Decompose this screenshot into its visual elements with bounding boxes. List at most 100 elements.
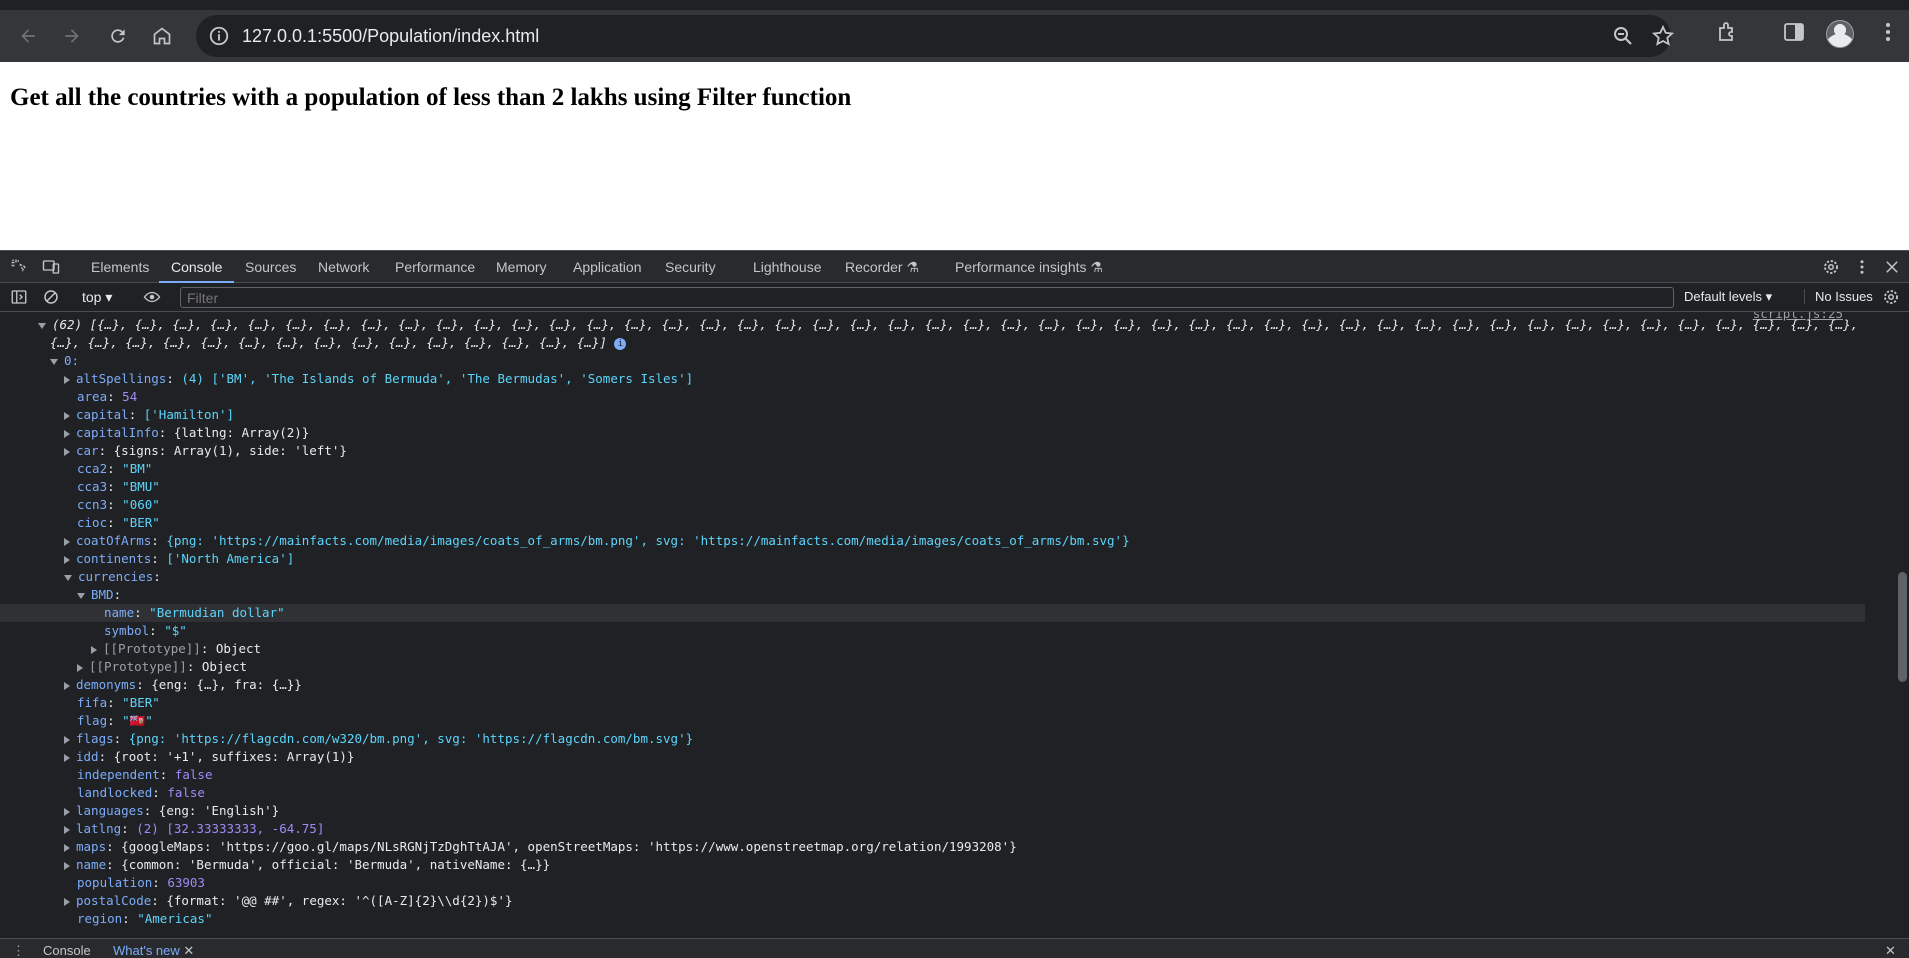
entry-car[interactable]: car: {signs: Array(1), side: 'left'} [0,442,1865,460]
drawer-tab-console[interactable]: Console [43,943,91,958]
entry-BMD[interactable]: BMD: [0,586,1865,604]
arrow-right-icon [65,29,79,43]
entry-latlng[interactable]: latlng: (2) [32.33333333, -64.75] [0,820,1865,838]
expand-triangle-icon[interactable] [64,825,70,834]
prop-key: [[Prototype]] [89,659,187,674]
inspect-element-icon[interactable] [10,258,28,276]
entry-maps[interactable]: maps: {googleMaps: 'https://goo.gl/maps/… [0,838,1865,856]
tab-recorder-label: Recorder [845,259,903,275]
expand-triangle-icon[interactable] [64,897,70,906]
console-settings-icon[interactable] [1882,288,1900,306]
entry-demonyms[interactable]: demonyms: {eng: {…}, fra: {…}} [0,676,1865,694]
entry-prototype-inner[interactable]: [[Prototype]]: Object [0,640,1865,658]
expand-triangle-icon[interactable] [64,753,70,762]
sidebar-toggle-icon[interactable] [10,288,28,306]
device-toolbar-icon[interactable] [42,258,60,276]
console-output: script.js:25 (62) [{…}, {…}, {…}, {…}, {… [0,312,1895,938]
expand-triangle-icon[interactable] [91,645,97,654]
entry-altSpellings[interactable]: altSpellings: (4) ['BM', 'The Islands of… [0,370,1865,388]
tab-elements[interactable]: Elements [91,259,149,275]
collapse-triangle-icon[interactable] [64,574,72,581]
side-panel-icon[interactable] [1782,20,1806,44]
prop-value: {format: '@@ ##', regex: '^([A-Z]{2}\\d{… [166,893,513,908]
close-tab-icon[interactable]: ✕ [183,943,194,958]
context-selector[interactable]: top ▾ [82,289,112,306]
tab-recorder[interactable]: Recorder ⚗ [845,259,919,276]
tab-memory[interactable]: Memory [496,259,547,275]
reload-button[interactable] [102,20,134,52]
entry-capitalInfo[interactable]: capitalInfo: {latlng: Array(2)} [0,424,1865,442]
log-levels-dropdown[interactable]: Default levels ▾ [1684,289,1772,305]
entry-postalCode[interactable]: postalCode: {format: '@@ ##', regex: '^(… [0,892,1865,910]
close-devtools-icon[interactable] [1883,258,1901,276]
expand-triangle-icon[interactable] [64,843,70,852]
tab-application[interactable]: Application [573,259,642,275]
expand-triangle-icon[interactable] [64,429,70,438]
clear-console-icon[interactable] [42,288,60,306]
menu-dots-icon[interactable] [1876,20,1900,44]
prop-value: (2) [32.33333333, -64.75] [136,821,325,836]
prop-key: landlocked [77,785,153,800]
entry-idd[interactable]: idd: {root: '+1', suffixes: Array(1)} [0,748,1865,766]
tab-network[interactable]: Network [318,259,369,275]
expand-triangle-icon[interactable] [64,861,70,870]
tab-sources[interactable]: Sources [245,259,296,275]
tab-lighthouse[interactable]: Lighthouse [753,259,822,275]
prop-value: ['North America'] [166,551,295,566]
settings-gear-icon[interactable] [1822,258,1840,276]
expand-triangle-icon[interactable] [64,411,70,420]
extensions-icon[interactable] [1716,20,1740,44]
expand-triangle-icon[interactable] [64,375,70,384]
entry-currency-name: name: "Bermudian dollar" [0,604,1865,622]
prop-value: {eng: 'English'} [158,803,280,818]
tab-performance[interactable]: Performance [395,259,475,275]
prop-value: (4) ['BM', 'The Islands of Bermuda', 'Th… [181,371,694,386]
entry-capital[interactable]: capital: ['Hamilton'] [0,406,1865,424]
prop-key: coatOfArms [76,533,152,548]
back-button[interactable] [12,20,44,52]
expand-triangle-icon[interactable] [64,537,70,546]
collapse-triangle-icon[interactable] [77,592,85,599]
entry-languages[interactable]: languages: {eng: 'English'} [0,802,1865,820]
collapse-triangle-icon[interactable] [50,358,58,365]
zoom-icon[interactable] [1611,24,1635,48]
bookmark-star-icon[interactable] [1651,24,1675,48]
tab-console[interactable]: Console [158,259,235,283]
drawer-tab-whats-new[interactable]: What's new ✕ [113,943,194,958]
profile-avatar[interactable] [1826,20,1854,48]
drawer-menu-icon[interactable]: ⋮ [12,943,25,958]
expand-triangle-icon[interactable] [64,807,70,816]
expand-triangle-icon[interactable] [77,663,83,672]
collapse-triangle-icon[interactable] [38,322,46,329]
issues-counter[interactable]: No Issues [1804,289,1873,304]
console-filter-input[interactable] [180,287,1674,308]
prop-key: population [77,875,153,890]
home-icon [153,27,171,45]
entry-currencies[interactable]: currencies: [0,568,1865,586]
forward-button[interactable] [56,20,88,52]
console-array-summary[interactable]: (62) [{…}, {…}, {…}, {…}, {…}, {…}, {…},… [0,316,1865,334]
home-button[interactable] [146,20,178,52]
entry-prototype-outer[interactable]: [[Prototype]]: Object [0,658,1865,676]
entry-name[interactable]: name: {common: 'Bermuda', official: 'Ber… [0,856,1865,874]
expand-triangle-icon[interactable] [64,447,70,456]
entry-continents[interactable]: continents: ['North America'] [0,550,1865,568]
tab-security[interactable]: Security [665,259,716,275]
devtools-panel: Elements Console Sources Network Perform… [0,250,1909,958]
close-drawer-icon[interactable]: ✕ [1885,943,1896,958]
entry-flags[interactable]: flags: {png: 'https://flagcdn.com/w320/b… [0,730,1865,748]
info-badge-icon[interactable]: i [614,337,627,350]
array-index-0[interactable]: 0: [0,352,1865,370]
live-expression-eye-icon[interactable] [143,288,161,306]
expand-triangle-icon[interactable] [64,555,70,564]
console-scrollbar[interactable] [1895,312,1909,938]
expand-triangle-icon[interactable] [64,681,70,690]
more-options-icon[interactable] [1853,258,1871,276]
scrollbar-thumb[interactable] [1898,572,1907,682]
address-bar[interactable]: 127.0.0.1:5500/Population/index.html [196,15,1675,57]
drawer-tab-whats-new-label: What's new [113,943,180,958]
expand-triangle-icon[interactable] [64,735,70,744]
tab-performance-insights[interactable]: Performance insights ⚗ [955,259,1103,276]
entry-coatOfArms[interactable]: coatOfArms: {png: 'https://mainfacts.com… [0,532,1865,550]
info-icon[interactable] [208,25,230,47]
